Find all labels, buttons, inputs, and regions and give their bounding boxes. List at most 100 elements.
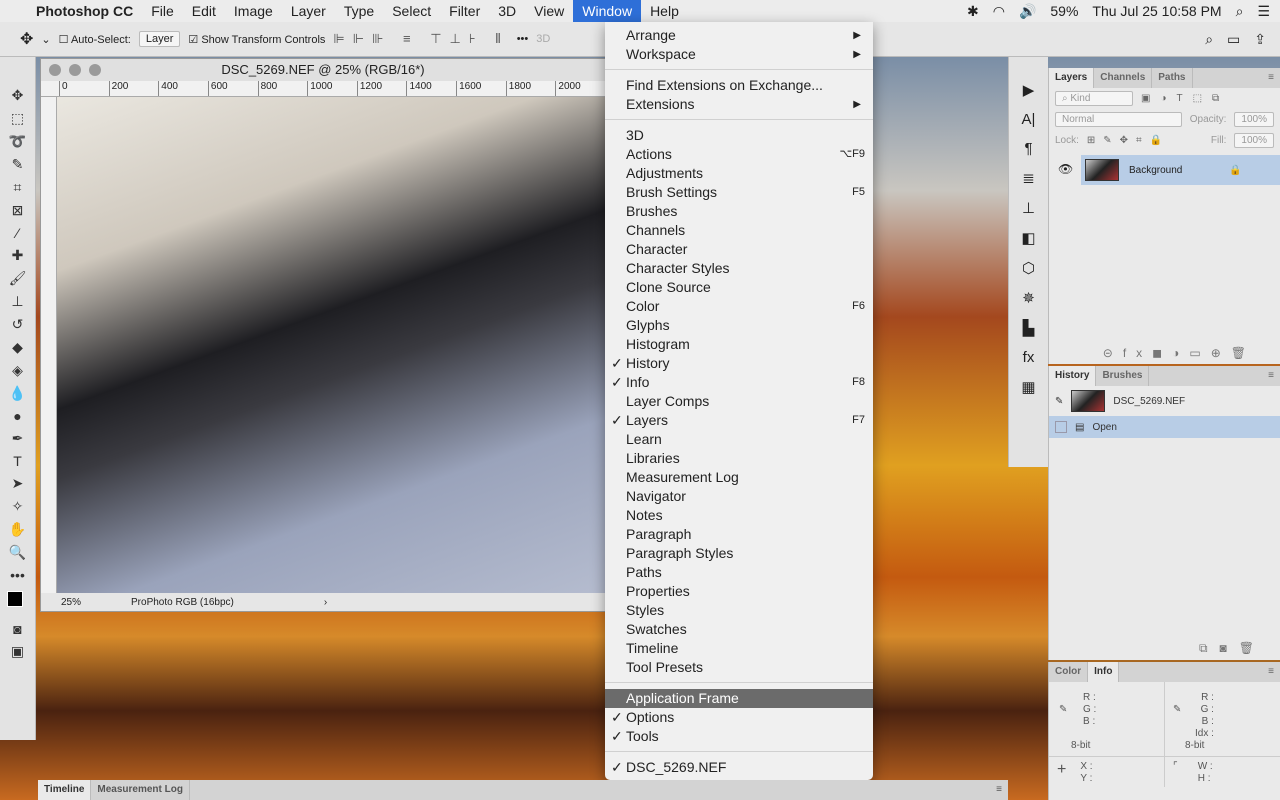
menu-item-character-styles[interactable]: Character Styles [605, 259, 873, 278]
menu-view[interactable]: View [525, 0, 573, 22]
screen-mode-icon[interactable]: ▣ [11, 643, 24, 660]
blend-mode-dropdown[interactable]: Normal [1055, 112, 1182, 127]
marquee-tool-icon[interactable]: ⬚ [11, 110, 24, 127]
menu-window[interactable]: Window [573, 0, 642, 22]
history-brush-tool-icon[interactable]: ↺ [12, 316, 24, 333]
libraries-icon[interactable]: ◧ [1021, 229, 1035, 247]
3d-icon[interactable]: ⬡ [1022, 259, 1035, 277]
menu-item-3d[interactable]: 3D [605, 126, 873, 145]
move-tool-icon[interactable]: ✥ [12, 87, 24, 104]
menu-item-histogram[interactable]: Histogram [605, 335, 873, 354]
apple-icon[interactable] [0, 0, 27, 22]
menu-item-measurement-log[interactable]: Measurement Log [605, 468, 873, 487]
brush-settings-icon[interactable]: ≣ [1022, 169, 1035, 187]
tab-timeline[interactable]: Timeline [38, 780, 92, 800]
tab-brushes[interactable]: Brushes [1096, 366, 1150, 386]
menu-item-paths[interactable]: Paths [605, 563, 873, 582]
swatches-icon[interactable]: ▦ [1021, 378, 1035, 396]
panel-menu-icon[interactable]: ≡ [1262, 68, 1280, 88]
histogram-icon[interactable]: ▙ [1023, 319, 1035, 337]
menu-item-navigator[interactable]: Navigator [605, 487, 873, 506]
menu-item-application-frame[interactable]: Application Frame [605, 689, 873, 708]
menu-edit[interactable]: Edit [183, 0, 225, 22]
menu-layer[interactable]: Layer [282, 0, 335, 22]
bit-depth-left[interactable]: 8-bit [1071, 740, 1090, 751]
brush-tool-icon[interactable]: 🖌 [9, 270, 27, 287]
eyedropper-icon[interactable]: ✎ [1059, 704, 1067, 715]
menu-item-adjustments[interactable]: Adjustments [605, 164, 873, 183]
notification-icon[interactable]: ☰ [1257, 3, 1270, 20]
bucket-tool-icon[interactable]: ◈ [12, 362, 23, 379]
eyedropper-icon[interactable]: ✎ [1173, 704, 1181, 715]
menu-item-history[interactable]: ✓ History [605, 354, 873, 373]
clone-source-icon[interactable]: ⊥ [1022, 199, 1035, 217]
hand-tool-icon[interactable]: ✋ [9, 521, 26, 538]
menu-item-workspace[interactable]: Workspace ▶ [605, 45, 873, 64]
wifi-icon[interactable]: ◠ [993, 3, 1005, 20]
menu-item-tools[interactable]: ✓ Tools [605, 727, 873, 746]
healing-tool-icon[interactable]: ✚ [12, 247, 24, 264]
filter-kind-dropdown[interactable]: ⌕ Kind [1055, 91, 1133, 106]
stamp-tool-icon[interactable]: ⊥ [11, 293, 23, 310]
tab-layers[interactable]: Layers [1049, 68, 1095, 88]
dodge-tool-icon[interactable]: ● [13, 408, 21, 424]
eyedropper-tool-icon[interactable]: ⁄ [16, 225, 18, 241]
paragraph-icon[interactable]: ¶ [1024, 140, 1032, 157]
color-profile[interactable]: ProPhoto RGB (16bpc) [131, 597, 234, 608]
menu-item-arrange[interactable]: Arrange ▶ [605, 26, 873, 45]
menu-item-libraries[interactable]: Libraries [605, 449, 873, 468]
type-tool-icon[interactable]: T [13, 453, 22, 469]
menu-help[interactable]: Help [641, 0, 688, 22]
eraser-tool-icon[interactable]: ◆ [12, 339, 23, 356]
pen-tool-icon[interactable]: ✒ [12, 430, 24, 447]
filter-icons[interactable]: ▣◑T⬚⧉ [1141, 93, 1229, 104]
crosshair-icon[interactable]: + [1057, 761, 1066, 783]
battery-percent[interactable]: 59% [1050, 3, 1078, 19]
panel-menu-icon[interactable]: ≡ [1262, 366, 1280, 386]
tab-history[interactable]: History [1049, 366, 1097, 386]
chevron-right-icon[interactable]: › [324, 597, 327, 608]
zoom-button[interactable] [89, 64, 101, 76]
menu-item-layer-comps[interactable]: Layer Comps [605, 392, 873, 411]
menu-item-dsc-5269-nef[interactable]: ✓ DSC_5269.NEF [605, 758, 873, 777]
play-icon[interactable]: ▶ [1023, 81, 1035, 99]
menu-select[interactable]: Select [383, 0, 440, 22]
lasso-tool-icon[interactable]: ➰ [9, 133, 26, 150]
menu-item-character[interactable]: Character [605, 240, 873, 259]
menu-item-paragraph[interactable]: Paragraph [605, 525, 873, 544]
blur-tool-icon[interactable]: 💧 [9, 385, 26, 402]
panel-menu-icon[interactable]: ≡ [1262, 662, 1280, 682]
show-transform-checkbox[interactable]: ☑ Show Transform Controls [188, 33, 325, 46]
menu-item-learn[interactable]: Learn [605, 430, 873, 449]
layer-row[interactable]: 👁 Background 🔒 [1049, 155, 1280, 185]
horizontal-ruler[interactable]: 0 200 400 600 800 1000 1200 1400 1600 1800 2000 [41, 81, 605, 97]
menu-type[interactable]: Type [335, 0, 383, 22]
menu-file[interactable]: File [142, 0, 183, 22]
menu-item-actions[interactable]: Actions ⌥F9 [605, 145, 873, 164]
color-swatches[interactable] [5, 589, 31, 615]
close-button[interactable] [49, 64, 61, 76]
menu-item-info[interactable]: ✓ Info F8 [605, 373, 873, 392]
zoom-tool-icon[interactable]: 🔍 [9, 544, 26, 561]
menu-item-notes[interactable]: Notes [605, 506, 873, 525]
menu-3d[interactable]: 3D [489, 0, 525, 22]
menu-item-glyphs[interactable]: Glyphs [605, 316, 873, 335]
clock[interactable]: Thu Jul 25 10:58 PM [1092, 3, 1221, 19]
bluetooth-icon[interactable]: ✱ [967, 3, 979, 20]
auto-select-checkbox[interactable]: ☐ Auto-Select: [59, 33, 131, 46]
tab-paths[interactable]: Paths [1152, 68, 1193, 88]
menu-item-color[interactable]: Color F6 [605, 297, 873, 316]
character-icon[interactable]: A| [1022, 111, 1036, 128]
history-state[interactable]: ▤ Open [1049, 416, 1280, 438]
menu-item-timeline[interactable]: Timeline [605, 639, 873, 658]
menu-item-brush-settings[interactable]: Brush Settings F5 [605, 183, 873, 202]
lock-icons[interactable]: ⊞✎✥⌗🔒 [1087, 135, 1170, 146]
menu-image[interactable]: Image [225, 0, 282, 22]
chevron-down-icon[interactable]: ⌄ [41, 33, 50, 46]
menu-item-extensions[interactable]: Extensions ▶ [605, 95, 873, 114]
history-source-box[interactable] [1055, 421, 1067, 433]
zoom-level[interactable]: 25% [61, 597, 81, 608]
menu-item-channels[interactable]: Channels [605, 221, 873, 240]
quick-mask-icon[interactable]: ◙ [13, 621, 21, 637]
move-tool-icon[interactable]: ✥ [20, 29, 33, 49]
